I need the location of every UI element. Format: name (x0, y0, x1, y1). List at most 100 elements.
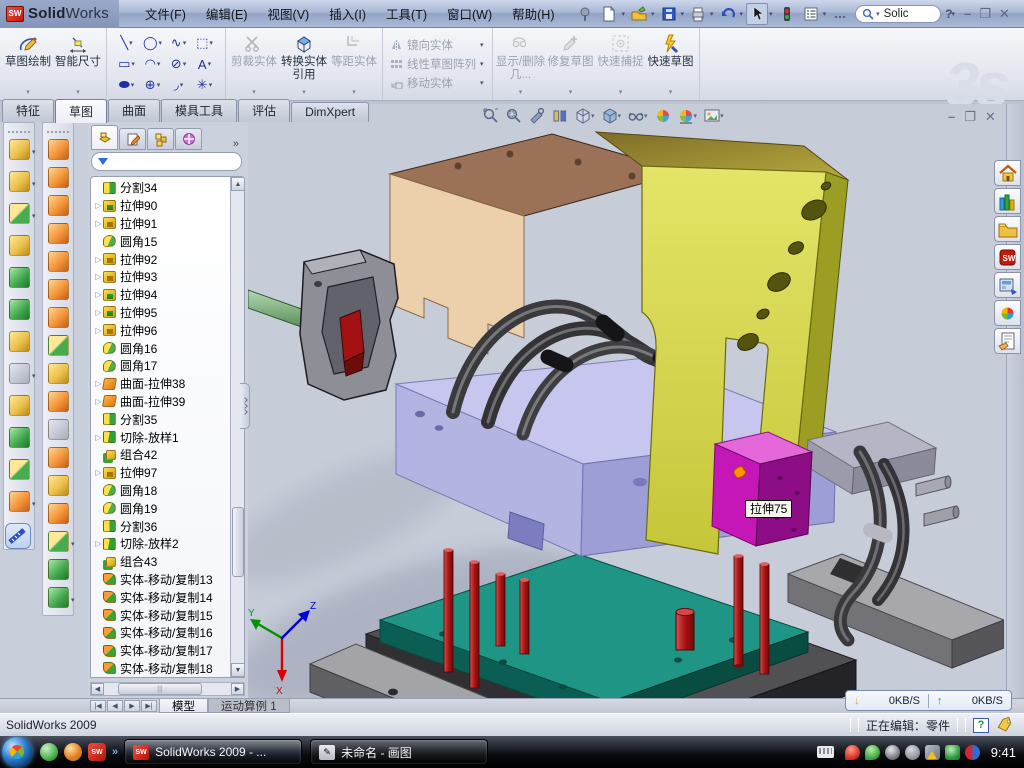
extend-surface-tool-icon[interactable] (48, 335, 69, 356)
tree-item[interactable]: 实体-移动/复制15 (91, 606, 231, 624)
extruded-cut-dropdown-icon[interactable]: ▾ (32, 180, 36, 188)
restore-button[interactable]: ❐ (979, 6, 991, 22)
cmd-smartdim-dropdown-icon[interactable]: ▾ (76, 88, 80, 96)
tooling-split-tool-icon[interactable] (48, 559, 69, 580)
cmd-sketch-dropdown-icon[interactable]: ▾ (26, 88, 30, 96)
custom-properties-button[interactable] (994, 328, 1021, 354)
taskbar-window-paint[interactable]: ✎未命名 - 画图 (310, 739, 488, 765)
extruded-boss-dropdown-icon[interactable]: ▾ (32, 148, 36, 156)
doc-tab-模型[interactable]: 模型 (159, 699, 208, 713)
wireless-warning-tray-icon[interactable] (925, 745, 940, 760)
expand-arrow-icon[interactable]: ▷ (94, 272, 103, 281)
design-library-button[interactable] (994, 188, 1021, 214)
tree-item[interactable]: 分割36 (91, 517, 231, 535)
entity-spline-icon[interactable]: ∿▾ (166, 33, 192, 54)
apply-scene-icon[interactable]: ▾ (677, 107, 699, 125)
print-icon[interactable] (687, 3, 709, 25)
entity-circle-icon[interactable]: ◯▾ (140, 33, 166, 54)
tree-item[interactable]: 分割34 (91, 179, 231, 197)
options-dropdown-icon[interactable]: ▾ (823, 10, 827, 18)
section-view-icon[interactable] (551, 107, 569, 125)
open-icon[interactable] (628, 3, 650, 25)
tree-item[interactable]: ▷拉伸95 (91, 304, 231, 322)
green-shield-tray-icon[interactable] (865, 745, 880, 760)
search-box[interactable]: ▾ Solic (855, 5, 941, 23)
language-bar-icon[interactable] (817, 746, 834, 758)
scroll-down-arrow[interactable]: ▼ (231, 663, 245, 677)
core-tool-icon[interactable]: ▾ (48, 587, 69, 608)
scroll-right-arrow[interactable]: ▶ (231, 683, 244, 695)
plus-shield-tray-icon[interactable] (945, 745, 960, 760)
file-explorer-button[interactable] (994, 216, 1021, 242)
tree-item[interactable]: 圆角19 (91, 499, 231, 517)
expand-arrow-icon[interactable]: ▷ (94, 219, 103, 228)
filled-surface-tool-icon[interactable] (48, 223, 69, 244)
tab-模具工具[interactable]: 模具工具 (161, 99, 237, 122)
cmd-smartdim[interactable]: 智能尺寸▾ (53, 30, 103, 98)
expand-arrow-icon[interactable]: ▷ (94, 290, 103, 299)
view-settings-dropdown-icon[interactable]: ▾ (720, 112, 724, 120)
fillet-tool-icon[interactable]: ▾ (9, 203, 30, 224)
configurationmanager-tab[interactable] (147, 128, 174, 150)
scroll-up-arrow[interactable]: ▲ (231, 177, 245, 191)
display-style-dropdown-icon[interactable]: ▾ (618, 112, 622, 120)
quick-tips-icon[interactable]: ? (973, 718, 989, 733)
tree-item[interactable]: ▷拉伸96 (91, 321, 231, 339)
replace-face-tool-icon[interactable] (48, 447, 69, 468)
extruded-cut-tool-icon[interactable]: ▾ (9, 171, 30, 192)
expand-arrow-icon[interactable]: ▷ (94, 308, 103, 317)
entity-centerpoint-arc-icon[interactable]: ◠▾ (140, 54, 166, 75)
new-icon[interactable] (598, 3, 620, 25)
doc-close-button[interactable]: ✕ (985, 109, 996, 125)
menu-V[interactable]: 视图(V) (258, 0, 320, 27)
shell-tool-icon[interactable] (9, 299, 30, 320)
view-palette-button[interactable] (994, 272, 1021, 298)
hide-show-items-icon[interactable]: ▾ (627, 107, 649, 125)
tree-item[interactable]: 圆角16 (91, 339, 231, 357)
linear-pattern-tool-icon[interactable]: ▾ (9, 363, 30, 384)
parting-surface-dropdown-icon[interactable]: ▾ (71, 540, 75, 548)
tree-item[interactable]: 实体-移动/复制16 (91, 624, 231, 642)
select-icon[interactable] (746, 3, 768, 25)
entity-selection-box-icon[interactable]: ⬚▾ (192, 33, 218, 54)
close-button[interactable]: ✕ (999, 6, 1010, 22)
tree-item[interactable]: 实体-移动/复制17 (91, 642, 231, 660)
tree-item[interactable]: 实体-移动/复制14 (91, 588, 231, 606)
options-icon[interactable] (800, 3, 822, 25)
taskbar-clock[interactable]: 9:41 (991, 745, 1016, 760)
expand-arrow-icon[interactable]: ▷ (94, 539, 103, 548)
expand-arrow-icon[interactable]: ▷ (94, 255, 103, 264)
split-body-tool-icon[interactable] (9, 459, 30, 480)
measure-tool-icon[interactable] (5, 523, 31, 549)
cmd-convert-dropdown-icon[interactable]: ▾ (302, 88, 306, 96)
delete-face-tool-icon[interactable] (48, 419, 69, 440)
swept-surface-tool-icon[interactable] (48, 139, 69, 160)
doc-restore-button[interactable]: ❐ (964, 109, 976, 125)
graphics-area[interactable]: ▾▾▾▾▾ – ❐ ✕ (248, 104, 1024, 698)
expand-arrow-icon[interactable]: ▷ (94, 326, 103, 335)
tree-item[interactable]: ▷拉伸91 (91, 215, 231, 233)
offset-surface-tool-icon[interactable] (48, 307, 69, 328)
view-settings-icon[interactable]: ▾ (703, 107, 725, 125)
gear-tray-icon[interactable] (885, 745, 900, 760)
volume-tray-icon[interactable] (905, 745, 920, 760)
start-button[interactable] (2, 737, 32, 767)
help-dropdown-icon[interactable]: ▾ (951, 10, 955, 18)
featuremanager-tab[interactable] (91, 125, 118, 150)
tab-DimXpert[interactable]: DimXpert (291, 102, 369, 122)
combine-bodies-tool-icon[interactable] (9, 427, 30, 448)
save-icon[interactable] (658, 3, 680, 25)
zoom-selection-icon[interactable] (528, 107, 546, 125)
cmd-sketch[interactable]: 草图绘制▾ (3, 30, 53, 98)
tree-item[interactable]: 圆角18 (91, 482, 231, 500)
zoom-area-icon[interactable] (505, 107, 523, 125)
next-tab-button[interactable]: ▶ (124, 700, 140, 712)
tree-item[interactable]: ▷拉伸94 (91, 286, 231, 304)
planar-surface-tool-icon[interactable] (48, 279, 69, 300)
tab-曲面[interactable]: 曲面 (108, 99, 160, 122)
tree-item[interactable]: ▷切除-放样2 (91, 535, 231, 553)
tree-item[interactable]: 实体-移动/复制18 (91, 660, 231, 678)
shut-off-surface-tool-icon[interactable] (48, 503, 69, 524)
tree-item[interactable]: ▷拉伸92 (91, 250, 231, 268)
tree-item[interactable]: ▷拉伸97 (91, 464, 231, 482)
